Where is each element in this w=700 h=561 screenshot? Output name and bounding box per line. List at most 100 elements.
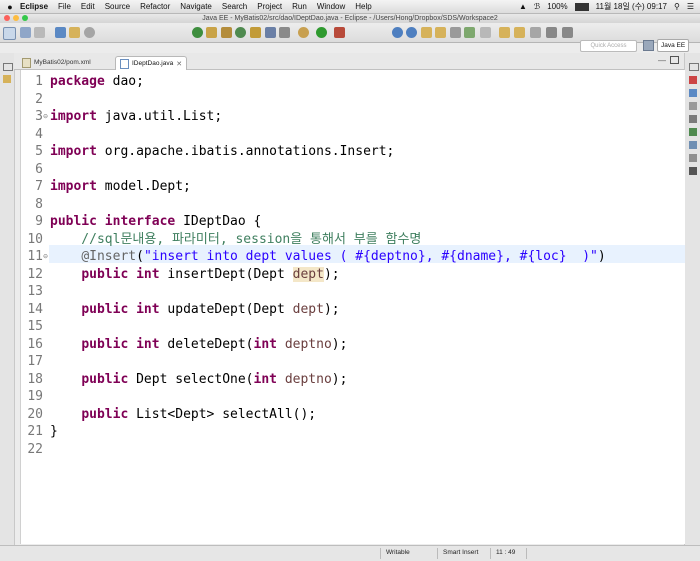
menu-refactor[interactable]: Refactor (140, 2, 170, 11)
line-number: 13 (27, 284, 43, 299)
maximize-editor-icon[interactable] (670, 56, 679, 64)
battery-icon[interactable] (574, 2, 589, 11)
show-whitespace-icon[interactable] (480, 27, 491, 38)
new-server-icon[interactable] (206, 27, 217, 38)
line-number: 18 (27, 371, 43, 387)
code-line: import model.Dept; (50, 179, 191, 194)
quick-access-input[interactable]: Quick Access (580, 40, 637, 52)
new-icon[interactable] (3, 27, 16, 40)
toggle-block-icon[interactable] (464, 27, 475, 38)
line-number: 16 (27, 336, 43, 352)
close-tab-icon[interactable]: ✕ (176, 60, 182, 68)
line-number: 11 (27, 249, 43, 264)
close-window-button[interactable] (4, 15, 10, 21)
open-resource-icon[interactable] (435, 27, 446, 38)
line-number: 19 (27, 389, 43, 404)
project-explorer-icon[interactable] (3, 75, 11, 83)
menu-file[interactable]: File (58, 2, 71, 11)
status-divider (380, 548, 381, 559)
run-icon[interactable] (316, 27, 327, 38)
code-line: } (50, 424, 58, 439)
status-divider (490, 548, 491, 559)
prev-annotation-icon[interactable] (514, 27, 525, 38)
line-number: 22 (27, 441, 43, 457)
menu-project[interactable]: Project (257, 2, 282, 11)
code-line: //sql문내용, 파라미터, session을 통해서 부를 함수명 (50, 231, 422, 247)
search-icon[interactable] (298, 27, 309, 38)
data-source-icon[interactable] (689, 141, 697, 149)
snippets-icon[interactable] (689, 154, 697, 162)
notification-center-icon[interactable]: ☰ (687, 2, 694, 11)
code-line: import java.util.List; (50, 109, 223, 124)
minimize-editor-icon[interactable]: — (658, 56, 666, 65)
task-list-icon[interactable] (689, 76, 697, 84)
app-menu[interactable]: Eclipse (20, 2, 48, 11)
restore-right-icon[interactable] (689, 63, 699, 71)
menu-help[interactable]: Help (355, 2, 371, 11)
battery-label[interactable]: 100% (547, 2, 567, 11)
line-number: 1 (35, 74, 43, 89)
save-icon[interactable] (20, 27, 31, 38)
bluetooth-icon[interactable]: ℬ (534, 2, 540, 11)
line-number: 2 (35, 91, 43, 107)
fold-icon[interactable]: ⊖ (43, 253, 48, 260)
last-edit-icon[interactable] (530, 27, 541, 38)
database-icon[interactable] (69, 27, 80, 38)
nav-back-icon[interactable] (546, 27, 557, 38)
menu-search[interactable]: Search (222, 2, 247, 11)
new-class-icon[interactable] (235, 27, 246, 38)
line-number: 14 (27, 301, 43, 317)
open-folder-icon[interactable] (421, 27, 432, 38)
new-package-icon[interactable] (221, 27, 232, 38)
apple-icon[interactable]: ● (0, 2, 20, 12)
code-editor[interactable]: 1 2 3 4 5 6 7 8 9 10 11 12 13 14 15 16 1… (20, 70, 685, 544)
wifi-icon[interactable]: ▲ (519, 2, 527, 11)
code-line: public int insertDept(Dept dept); (81, 266, 340, 282)
minimize-window-button[interactable] (13, 15, 19, 21)
line-number: 6 (35, 161, 43, 177)
maximize-window-button[interactable] (22, 15, 28, 21)
back-icon[interactable] (392, 27, 403, 38)
code-line: public Dept selectOne(int deptno); (81, 371, 348, 387)
menu-bar: ● Eclipse File Edit Source Refactor Navi… (0, 0, 700, 14)
menu-edit[interactable]: Edit (81, 2, 95, 11)
open-type-icon[interactable] (265, 27, 276, 38)
code-line: public int deleteDept(int deptno); (81, 336, 348, 352)
open-perspective-icon[interactable] (643, 40, 654, 51)
restore-icon[interactable] (3, 63, 13, 71)
line-number: 15 (27, 319, 43, 334)
print-icon[interactable] (34, 27, 45, 38)
line-number: 10 (27, 231, 43, 247)
toggle-mark-icon[interactable] (450, 27, 461, 38)
line-number: 17 (27, 354, 43, 369)
new-annotation-icon[interactable] (250, 27, 261, 38)
menu-navigate[interactable]: Navigate (180, 2, 212, 11)
tab-ideptdao-java[interactable]: IDeptDao.java ✕ (115, 56, 188, 70)
run-external-icon[interactable] (334, 27, 345, 38)
nav-forward-icon[interactable] (562, 27, 573, 38)
fold-icon[interactable]: ⊖ (43, 113, 48, 120)
skip-breakpoints-icon[interactable] (84, 27, 95, 38)
server-icon[interactable] (55, 27, 66, 38)
perspective-java-ee-button[interactable]: Java EE (657, 39, 690, 52)
clock-label[interactable]: 11월 18일 (수) 09:17 (596, 1, 667, 12)
console-icon[interactable] (689, 167, 697, 175)
window-titlebar: Java EE - MyBatis02/src/dao/IDeptDao.jav… (0, 14, 700, 23)
code-line: public int updateDept(Dept dept); (81, 301, 340, 317)
next-annotation-icon[interactable] (499, 27, 510, 38)
menu-window[interactable]: Window (317, 2, 345, 11)
servers-icon[interactable] (689, 128, 697, 136)
outline-icon[interactable] (689, 89, 697, 97)
tab-pom-xml[interactable]: MyBatis02/pom.xml (18, 56, 95, 69)
open-task-icon[interactable] (279, 27, 290, 38)
menu-run[interactable]: Run (292, 2, 307, 11)
line-number: 20 (27, 406, 43, 422)
properties-icon[interactable] (689, 115, 697, 123)
markers-icon[interactable] (689, 102, 697, 110)
forward-icon[interactable] (406, 27, 417, 38)
perspective-switcher: Java EE (643, 39, 690, 52)
line-number: 4 (35, 126, 43, 142)
menu-source[interactable]: Source (105, 2, 130, 11)
debug-icon[interactable] (192, 27, 203, 38)
spotlight-icon[interactable]: ⚲ (674, 2, 680, 11)
